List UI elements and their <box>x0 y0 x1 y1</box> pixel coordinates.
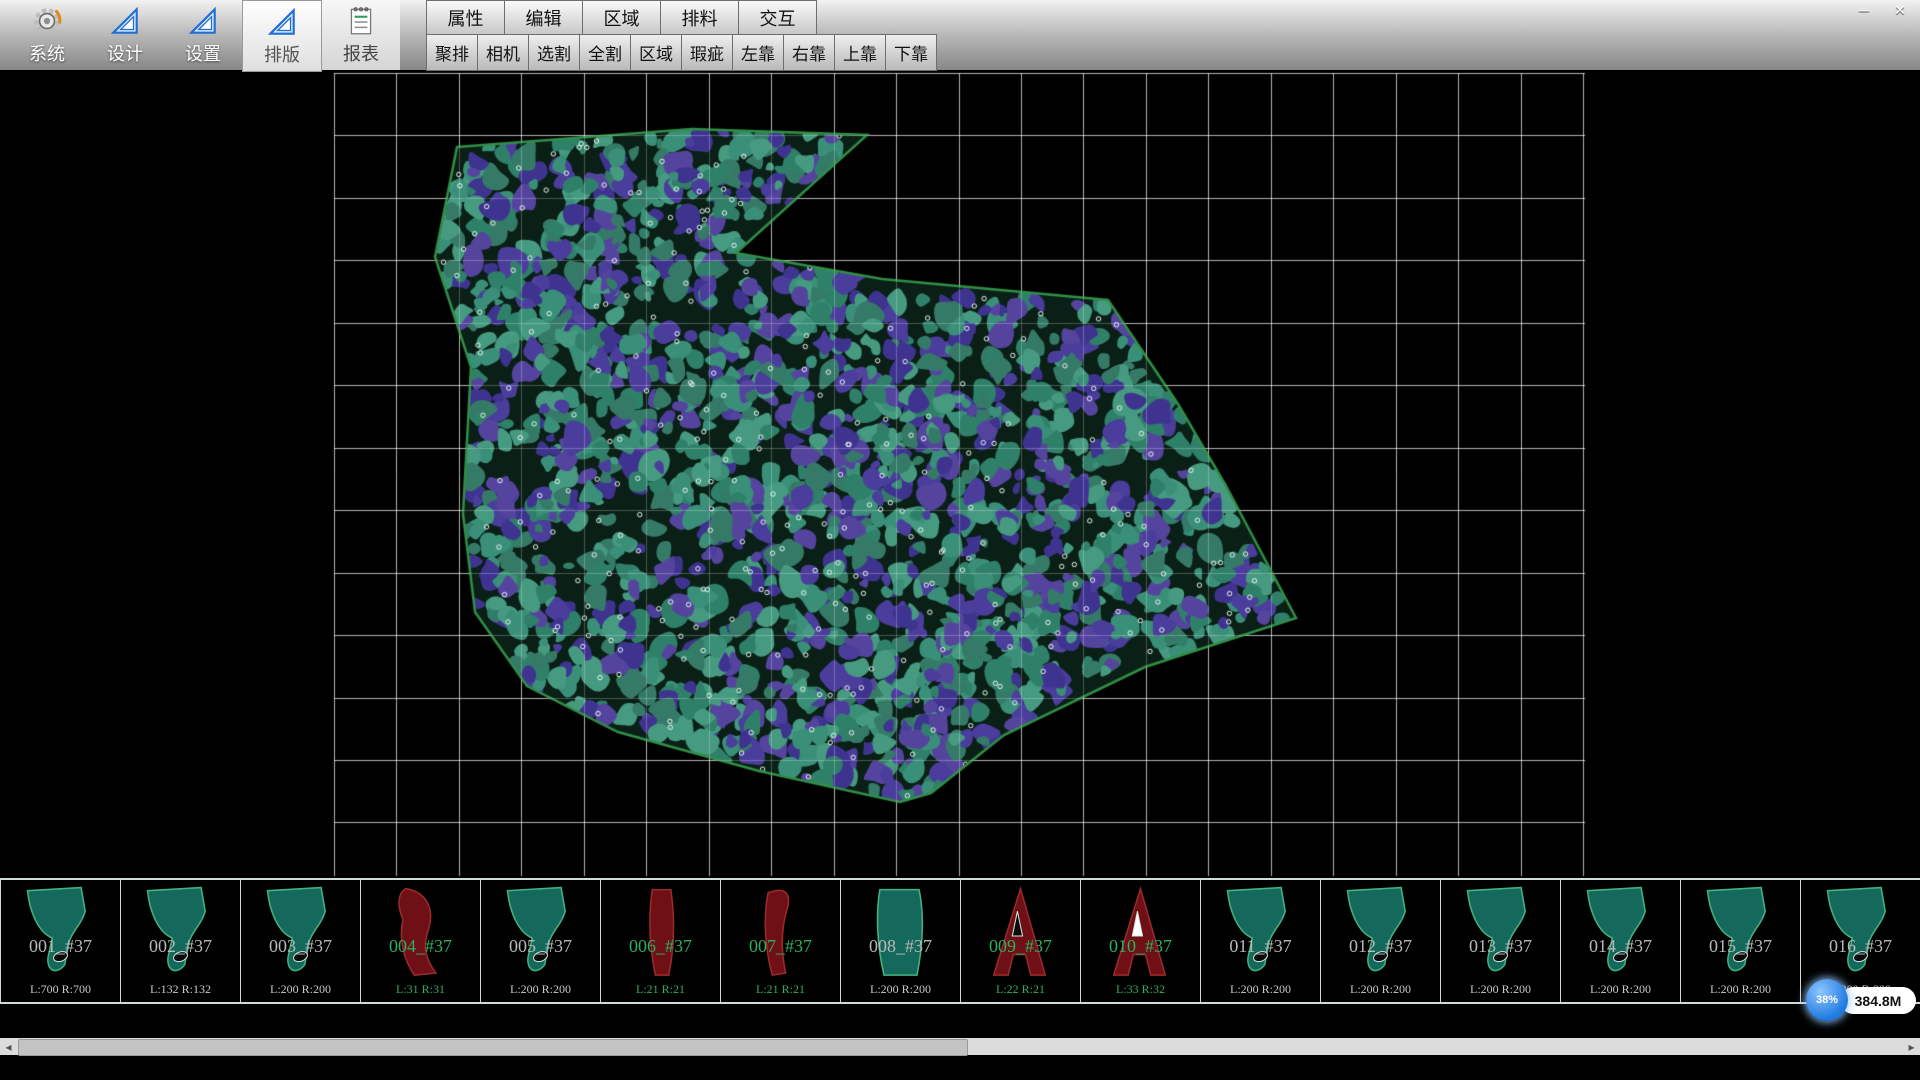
piece-shape-icon <box>129 882 232 990</box>
minimize-button[interactable]: ─ <box>1848 0 1880 20</box>
close-button[interactable]: ✕ <box>1884 0 1916 20</box>
piece-thumbnail[interactable]: 015_#37L:200 R:200 <box>1680 879 1801 1003</box>
tab-nesting[interactable]: 排料 <box>660 0 739 35</box>
system-button-label: 系统 <box>29 40 65 66</box>
tool-camera[interactable]: 相机 <box>477 34 529 71</box>
piece-shape-icon <box>489 882 592 990</box>
tool-align-top[interactable]: 上靠 <box>834 34 886 71</box>
piece-thumbnail[interactable]: 011_#37L:200 R:200 <box>1200 879 1321 1003</box>
piece-shape-icon <box>1209 882 1312 990</box>
settings-ruler-icon <box>186 4 220 38</box>
design-button[interactable]: 设计 <box>86 0 164 70</box>
piece-shape-icon <box>1569 882 1672 990</box>
piece-thumbnail[interactable]: 004_#37L:31 R:31 <box>360 879 481 1003</box>
piece-shape-icon <box>849 882 952 990</box>
tool-buttons: 聚排 相机 选割 全割 区域 瑕疵 左靠 右靠 上靠 下靠 <box>426 34 937 70</box>
piece-shape-icon <box>1089 882 1192 990</box>
piece-thumbnail[interactable]: 007_#37L:21 R:21 <box>720 879 841 1003</box>
piece-shape-icon <box>1449 882 1552 990</box>
horizontal-scrollbar[interactable]: ◂ ▸ <box>0 1038 1920 1055</box>
main-mode-buttons: 系统 设计 设置 排版 <box>0 0 400 70</box>
piece-shape-icon <box>249 882 352 990</box>
window-controls: ─ ✕ <box>1848 0 1916 20</box>
piece-shape-icon <box>609 882 712 990</box>
scroll-left-arrow[interactable]: ◂ <box>0 1038 17 1055</box>
piece-shape-icon <box>969 882 1072 990</box>
piece-thumbnail[interactable]: 009_#37L:22 R:21 <box>960 879 1081 1003</box>
piece-shape-icon <box>1809 882 1912 990</box>
tool-cluster-nest[interactable]: 聚排 <box>426 34 478 71</box>
piece-thumbnail[interactable]: 008_#37L:200 R:200 <box>840 879 961 1003</box>
settings-button[interactable]: 设置 <box>164 0 242 70</box>
layout-button-label: 排版 <box>264 41 300 67</box>
tab-region[interactable]: 区域 <box>582 0 661 35</box>
tool-region[interactable]: 区域 <box>630 34 682 71</box>
progress-indicator: 38% <box>1806 979 1848 1021</box>
scrollbar-thumb[interactable] <box>18 1039 968 1056</box>
piece-thumbnail[interactable]: 013_#37L:200 R:200 <box>1440 879 1561 1003</box>
design-button-label: 设计 <box>107 40 143 66</box>
tool-align-left[interactable]: 左靠 <box>732 34 784 71</box>
menu-tabs: 属性 编辑 区域 排料 交互 <box>426 0 937 33</box>
tool-align-right[interactable]: 右靠 <box>783 34 835 71</box>
tool-cut-all[interactable]: 全割 <box>579 34 631 71</box>
report-document-icon <box>344 4 378 38</box>
piece-thumbnail[interactable]: 014_#37L:200 R:200 <box>1560 879 1681 1003</box>
piece-thumbnail[interactable]: 002_#37L:132 R:132 <box>120 879 241 1003</box>
piece-shape-icon <box>369 882 472 990</box>
tab-interaction[interactable]: 交互 <box>738 0 817 35</box>
piece-thumbnail[interactable]: 003_#37L:200 R:200 <box>240 879 361 1003</box>
report-button[interactable]: 报表 <box>322 0 400 70</box>
piece-thumbnail[interactable]: 006_#37L:21 R:21 <box>600 879 721 1003</box>
piece-thumbnail[interactable]: 010_#37L:33 R:32 <box>1080 879 1201 1003</box>
memory-badge: 384.8M <box>1840 987 1916 1014</box>
ribbon-toolbar: 系统 设计 设置 排版 <box>0 0 1920 70</box>
tab-properties[interactable]: 属性 <box>426 0 505 35</box>
scroll-right-arrow[interactable]: ▸ <box>1903 1038 1920 1055</box>
piece-thumbnail-strip: 001_#37L:700 R:700002_#37L:132 R:132003_… <box>0 878 1920 1004</box>
piece-shape-icon <box>729 882 832 990</box>
menu-column: 属性 编辑 区域 排料 交互 聚排 相机 选割 全割 区域 瑕疵 左靠 右靠 上… <box>426 0 937 70</box>
piece-shape-icon <box>1689 882 1792 990</box>
system-gear-icon <box>30 4 64 38</box>
system-button[interactable]: 系统 <box>8 0 86 70</box>
layout-button[interactable]: 排版 <box>242 0 322 72</box>
piece-thumbnail[interactable]: 001_#37L:700 R:700 <box>0 879 121 1003</box>
piece-thumbnail[interactable]: 012_#37L:200 R:200 <box>1320 879 1441 1003</box>
progress-value: 38% <box>1816 994 1838 1006</box>
report-button-label: 报表 <box>343 40 379 66</box>
settings-button-label: 设置 <box>185 40 221 66</box>
layout-ruler-icon <box>265 5 299 39</box>
tool-align-bottom[interactable]: 下靠 <box>885 34 937 71</box>
piece-thumbnail[interactable]: 005_#37L:200 R:200 <box>480 879 601 1003</box>
memory-value: 384.8M <box>1855 993 1902 1009</box>
piece-shape-icon <box>9 882 112 990</box>
tool-select-cut[interactable]: 选割 <box>528 34 580 71</box>
tool-defect[interactable]: 瑕疵 <box>681 34 733 71</box>
tab-edit[interactable]: 编辑 <box>504 0 583 35</box>
nesting-canvas[interactable] <box>0 70 1920 878</box>
design-ruler-icon <box>108 4 142 38</box>
piece-shape-icon <box>1329 882 1432 990</box>
